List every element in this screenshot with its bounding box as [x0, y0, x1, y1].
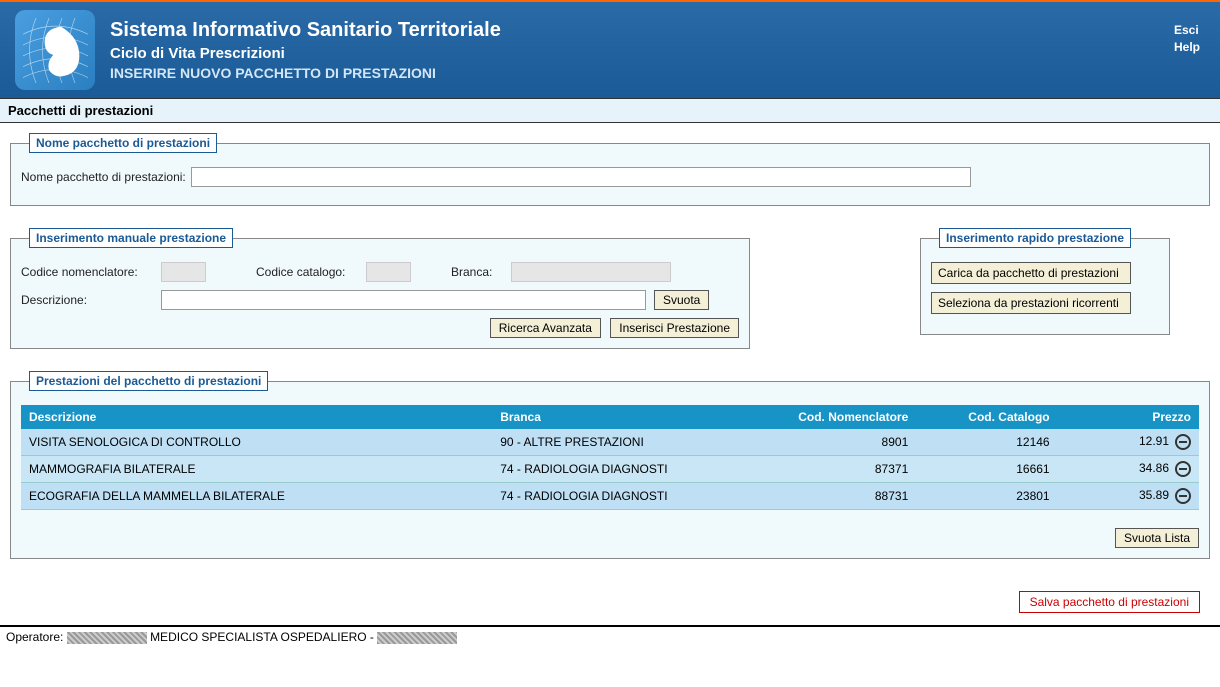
operatore-name-redacted	[67, 632, 147, 644]
inserisci-prestazione-button[interactable]: Inserisci Prestazione	[610, 318, 739, 338]
col-branca: Branca	[492, 405, 751, 429]
cell-descrizione: VISITA SENOLOGICA DI CONTROLLO	[21, 429, 492, 456]
section-title: Pacchetti di prestazioni	[0, 98, 1220, 123]
prestazioni-legend: Prestazioni del pacchetto di prestazioni	[29, 371, 268, 391]
carica-pacchetto-button[interactable]: Carica da pacchetto di prestazioni	[931, 262, 1131, 284]
table-row: VISITA SENOLOGICA DI CONTROLLO90 - ALTRE…	[21, 429, 1199, 456]
cell-nomenclatore: 87371	[751, 456, 916, 483]
operatore-extra-redacted	[377, 632, 457, 644]
cell-prezzo: 12.91	[1058, 429, 1199, 456]
codice-catalogo-input[interactable]	[366, 262, 411, 282]
app-logo	[15, 10, 95, 90]
cell-nomenclatore: 8901	[751, 429, 916, 456]
app-title: Sistema Informativo Sanitario Territoria…	[110, 19, 1205, 42]
table-row: ECOGRAFIA DELLA MAMMELLA BILATERALE74 - …	[21, 483, 1199, 510]
col-catalogo: Cod. Catalogo	[916, 405, 1057, 429]
nome-pacchetto-legend: Nome pacchetto di prestazioni	[29, 133, 217, 153]
col-prezzo: Prezzo	[1058, 405, 1199, 429]
col-descrizione: Descrizione	[21, 405, 492, 429]
remove-row-icon[interactable]	[1175, 434, 1191, 450]
inserimento-rapido-fieldset: Inserimento rapido prestazione Carica da…	[920, 228, 1170, 335]
codice-nomenclatore-input[interactable]	[161, 262, 206, 282]
footer-bar: Operatore: MEDICO SPECIALISTA OSPEDALIER…	[0, 625, 1220, 647]
cell-branca: 74 - RADIOLOGIA DIAGNOSTI	[492, 456, 751, 483]
cell-branca: 74 - RADIOLOGIA DIAGNOSTI	[492, 483, 751, 510]
codice-catalogo-label: Codice catalogo:	[256, 265, 366, 279]
inserimento-manuale-legend: Inserimento manuale prestazione	[29, 228, 233, 248]
cell-prezzo: 34.86	[1058, 456, 1199, 483]
cell-nomenclatore: 88731	[751, 483, 916, 510]
ricerca-avanzata-button[interactable]: Ricerca Avanzata	[490, 318, 601, 338]
cell-catalogo: 23801	[916, 483, 1057, 510]
operatore-label: Operatore:	[6, 630, 63, 644]
cell-descrizione: MAMMOGRAFIA BILATERALE	[21, 456, 492, 483]
prestazioni-fieldset: Prestazioni del pacchetto di prestazioni…	[10, 371, 1210, 559]
app-header: Sistema Informativo Sanitario Territoria…	[0, 0, 1220, 98]
exit-link[interactable]: Esci	[1174, 22, 1200, 39]
nome-pacchetto-label: Nome pacchetto di prestazioni:	[21, 170, 191, 184]
codice-nomenclatore-label: Codice nomenclatore:	[21, 265, 161, 279]
operatore-role: MEDICO SPECIALISTA OSPEDALIERO -	[150, 630, 374, 644]
seleziona-ricorrenti-button[interactable]: Seleziona da prestazioni ricorrenti	[931, 292, 1131, 314]
cell-descrizione: ECOGRAFIA DELLA MAMMELLA BILATERALE	[21, 483, 492, 510]
table-row: MAMMOGRAFIA BILATERALE74 - RADIOLOGIA DI…	[21, 456, 1199, 483]
descrizione-input[interactable]	[161, 290, 646, 310]
cell-branca: 90 - ALTRE PRESTAZIONI	[492, 429, 751, 456]
app-subtitle: Ciclo di Vita Prescrizioni	[110, 45, 1205, 62]
svuota-button[interactable]: Svuota	[654, 290, 709, 310]
col-nomenclatore: Cod. Nomenclatore	[751, 405, 916, 429]
inserimento-rapido-legend: Inserimento rapido prestazione	[939, 228, 1131, 248]
nome-pacchetto-input[interactable]	[191, 167, 971, 187]
remove-row-icon[interactable]	[1175, 488, 1191, 504]
header-links: Esci Help	[1174, 22, 1200, 56]
descrizione-label: Descrizione:	[21, 293, 161, 307]
branca-label: Branca:	[451, 265, 511, 279]
branca-input[interactable]	[511, 262, 671, 282]
prestazioni-table: Descrizione Branca Cod. Nomenclatore Cod…	[21, 405, 1199, 510]
page-action-title: INSERIRE NUOVO PACCHETTO DI PRESTAZIONI	[110, 65, 1205, 81]
remove-row-icon[interactable]	[1175, 461, 1191, 477]
salva-pacchetto-button[interactable]: Salva pacchetto di prestazioni	[1019, 591, 1200, 613]
inserimento-manuale-fieldset: Inserimento manuale prestazione Codice n…	[10, 228, 750, 349]
cell-prezzo: 35.89	[1058, 483, 1199, 510]
nome-pacchetto-fieldset: Nome pacchetto di prestazioni Nome pacch…	[10, 133, 1210, 206]
svuota-lista-button[interactable]: Svuota Lista	[1115, 528, 1199, 548]
cell-catalogo: 12146	[916, 429, 1057, 456]
cell-catalogo: 16661	[916, 456, 1057, 483]
help-link[interactable]: Help	[1174, 39, 1200, 56]
